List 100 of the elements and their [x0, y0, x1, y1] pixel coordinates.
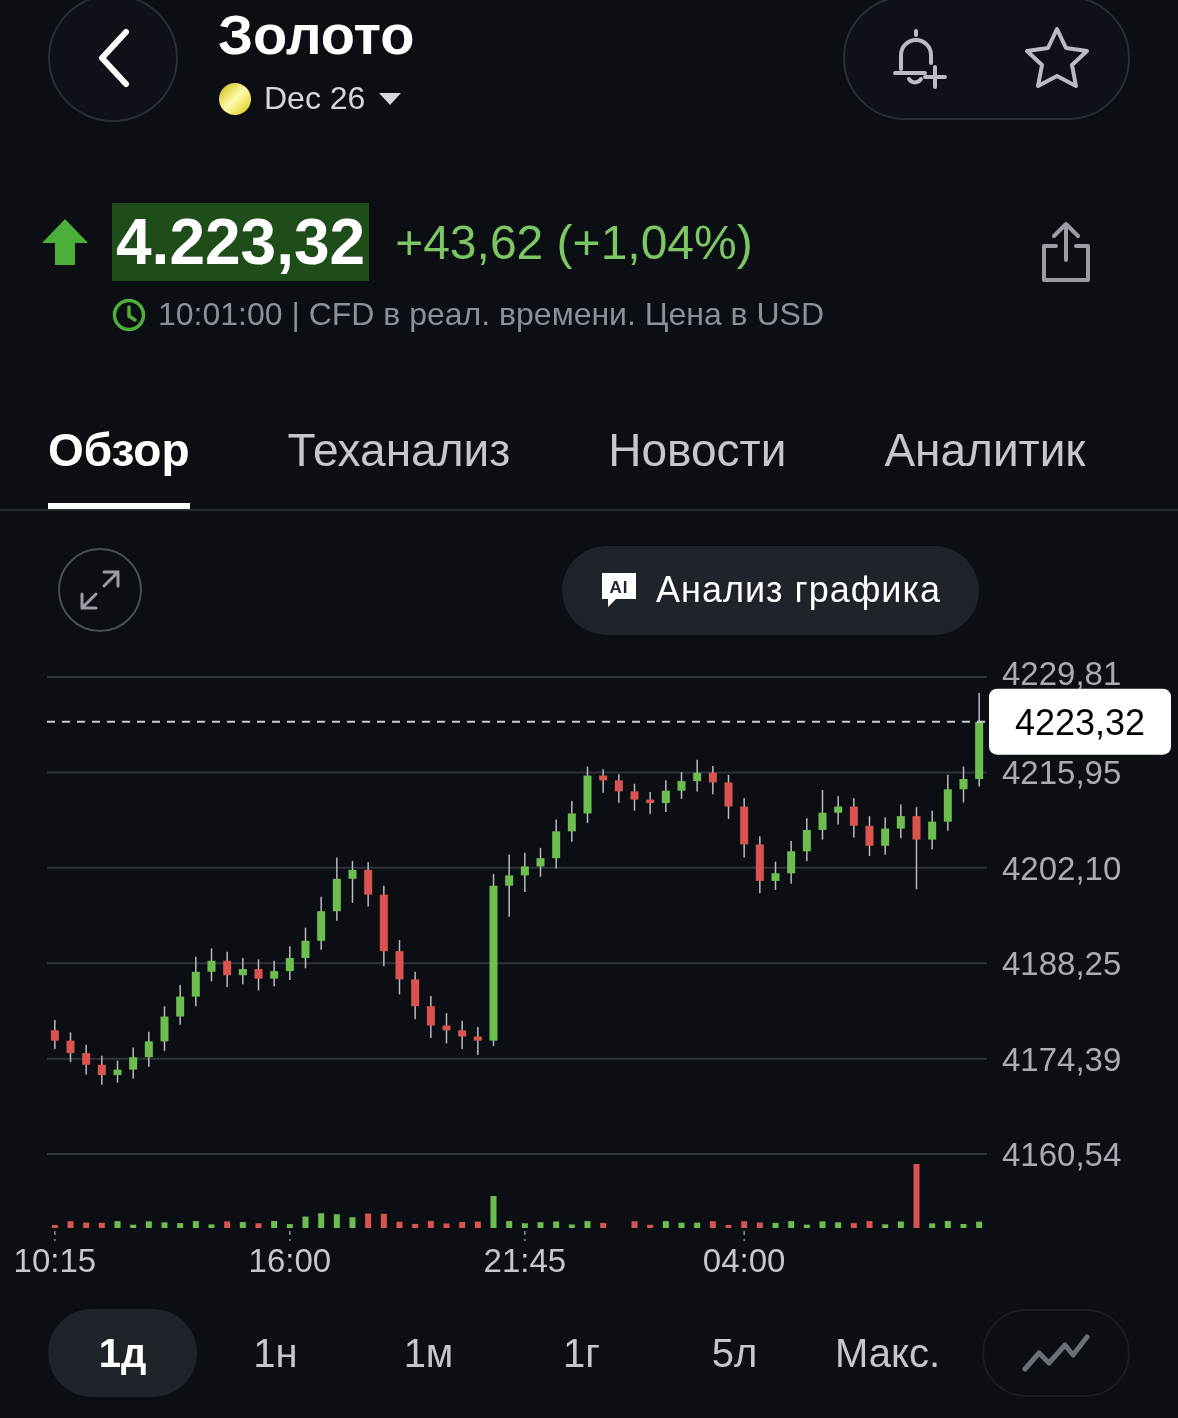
chart-analysis-button[interactable]: AI Анализ графика — [562, 545, 979, 635]
candle-body — [505, 875, 514, 886]
candle-wick — [931, 809, 933, 850]
candle-body — [755, 844, 764, 881]
period-tab[interactable]: 1г — [507, 1309, 656, 1397]
candle-body — [66, 1040, 75, 1054]
contract-selector[interactable]: Dec 26 — [264, 80, 402, 117]
candle-body — [129, 1057, 138, 1070]
candle-wick — [900, 803, 902, 839]
candle-body — [567, 813, 576, 832]
candle-body — [724, 782, 733, 807]
candle-body — [849, 806, 858, 826]
chart-type-button[interactable] — [982, 1309, 1130, 1397]
candle-body — [975, 721, 984, 779]
candle-body — [160, 1016, 169, 1042]
candle-wick — [477, 1026, 479, 1056]
candle-body — [364, 869, 373, 895]
candle-body — [802, 829, 811, 852]
candle-body — [379, 894, 388, 952]
candle-wick — [445, 1012, 448, 1045]
candle-wick — [179, 984, 181, 1026]
candle-wick — [148, 1030, 150, 1068]
candle-body — [787, 851, 796, 874]
candle-wick — [837, 795, 839, 826]
share-button[interactable] — [1040, 220, 1092, 284]
candle-body — [708, 772, 717, 783]
candle-wick — [868, 815, 871, 857]
candle-body — [332, 878, 341, 912]
candle-wick — [508, 854, 510, 918]
candle-wick — [430, 995, 432, 1039]
candle-wick — [85, 1044, 87, 1076]
candle-body — [661, 790, 670, 804]
tab[interactable]: Аналитик — [884, 397, 1086, 509]
time-axis-label: 16:00 — [248, 1242, 332, 1279]
back-chevron-icon — [96, 28, 130, 88]
candle-wick — [790, 840, 792, 885]
period-tab[interactable]: 1м — [354, 1309, 503, 1397]
candle-wick — [821, 789, 824, 841]
candle-body — [395, 951, 404, 980]
candle-wick — [853, 797, 855, 839]
candle-body — [411, 979, 420, 1007]
candle-wick — [461, 1019, 463, 1050]
time-axis-label: 04:00 — [702, 1242, 786, 1279]
candle-wick — [351, 860, 354, 904]
time-axis-label: 21:45 — [483, 1242, 567, 1279]
period-tab[interactable]: Макс. — [813, 1309, 962, 1397]
candle-body — [552, 831, 561, 859]
candle-wick — [806, 817, 808, 862]
price-change: +43,62 (+1,04%) — [395, 214, 754, 270]
candle-body — [426, 1006, 435, 1026]
last-price: 4.223,32 — [112, 203, 370, 281]
coin-icon — [218, 81, 252, 116]
time-axis-label: 10:15 — [13, 1242, 97, 1279]
candle-body — [583, 775, 592, 814]
candle-body — [928, 821, 937, 840]
period-tab[interactable]: 1д — [48, 1309, 197, 1397]
candle-wick — [257, 958, 260, 992]
candle-wick — [962, 765, 965, 804]
favorite-button[interactable] — [1024, 26, 1091, 90]
candle-wick — [242, 957, 244, 985]
candle-wick — [774, 860, 777, 891]
candle-wick — [602, 768, 604, 794]
candle-body — [959, 779, 968, 790]
instrument-title: Золото — [218, 2, 416, 68]
price-axis-label: 4174,39 — [1002, 1040, 1122, 1078]
candle-body — [285, 958, 294, 972]
tab[interactable]: Новости — [608, 397, 787, 509]
price-axis-label: 4188,25 — [1002, 945, 1122, 983]
candle-wick — [69, 1031, 72, 1063]
period-tab[interactable]: 5л — [660, 1309, 809, 1397]
candle-wick — [54, 1019, 56, 1050]
expand-icon — [78, 568, 122, 612]
candle-wick — [116, 1059, 119, 1084]
candle-body — [97, 1064, 106, 1076]
candle-body — [865, 825, 874, 846]
candle-body — [771, 873, 780, 881]
line-chart-icon — [1022, 1333, 1090, 1373]
ai-chat-icon: AI — [600, 571, 638, 609]
candle-wick — [571, 800, 573, 843]
candle-body — [614, 780, 623, 792]
candle-body — [207, 960, 216, 972]
caret-icon — [379, 92, 402, 105]
expand-button[interactable] — [58, 548, 142, 632]
candle-body — [301, 940, 310, 958]
tab[interactable]: Теханализ — [287, 397, 511, 509]
tab[interactable]: Обзор — [48, 397, 190, 509]
candle-wick — [884, 816, 886, 856]
candle-body — [943, 789, 952, 822]
candle-body — [599, 775, 608, 781]
price-axis-label: 4229,81 — [1002, 655, 1122, 692]
candle-body — [818, 812, 827, 830]
candle-body — [82, 1053, 91, 1065]
candle-body — [50, 1030, 59, 1041]
candle-body — [348, 869, 357, 879]
period-tab[interactable]: 1н — [201, 1309, 350, 1397]
candle-wick — [649, 791, 651, 815]
candle-body — [896, 816, 905, 829]
candle-body — [176, 996, 185, 1017]
candle-wick — [132, 1046, 134, 1080]
candle-wick — [539, 847, 542, 878]
